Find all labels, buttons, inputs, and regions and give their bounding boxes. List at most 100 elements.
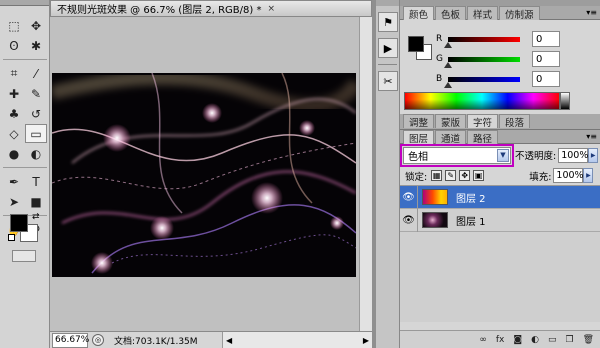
tab-masks[interactable]: 蒙版 [435,114,467,129]
slider-b-thumb[interactable] [444,81,452,88]
color-spectrum[interactable] [404,92,560,110]
tab-swatches[interactable]: 色板 [435,6,467,21]
fill-field[interactable]: 100% [553,168,584,183]
pen-icon[interactable]: ✒ [3,172,25,191]
layer-thumbnail[interactable] [422,189,448,205]
canvas-area[interactable] [50,17,372,331]
eyedropper-icon[interactable]: ⁄ [25,64,47,83]
horizontal-scrollbar[interactable]: ◀ ▶ [222,332,372,348]
layer-row[interactable]: 👁 图层 1 [400,208,600,232]
vertical-scrollbar[interactable] [359,17,372,331]
slider-g-track[interactable] [444,56,520,68]
path-selection-icon[interactable]: ➤ [3,192,25,211]
close-icon[interactable]: × [267,4,275,14]
lock-all-icon[interactable]: ▣ [473,170,485,181]
blend-mode-select[interactable]: 色相 ▼ [400,143,514,167]
document-title: 不规则光斑效果 @ 66.7% (图层 2, RGB/8) * [57,5,262,16]
default-colors-icon[interactable] [8,234,15,241]
lasso-icon[interactable]: ʘ [3,36,25,55]
new-layer-icon[interactable]: ❐ [565,335,573,345]
delete-layer-icon[interactable]: 🗑 [583,335,594,345]
tab-paragraph[interactable]: 段落 [499,114,531,129]
status-info-icon[interactable]: ◎ [92,334,104,346]
lock-position-icon[interactable]: ✥ [459,170,471,181]
scroll-right-icon[interactable]: ▶ [363,336,369,345]
foreground-color-swatch[interactable] [10,214,28,232]
magic-wand-icon[interactable]: ✱ [25,36,47,55]
dodge-icon[interactable]: ◐ [25,144,47,163]
gradient-icon[interactable]: ▭ [25,124,47,143]
chevron-down-icon[interactable]: ▼ [497,148,509,162]
color-panel-body: R 0 G 0 B 0 [400,20,600,114]
tools-preset-icon[interactable]: ✂ [378,71,398,91]
tab-character[interactable]: 字符 [467,114,499,129]
adjustment-layer-icon[interactable]: ◐ [531,335,539,345]
slider-g-value[interactable]: 0 [532,51,560,67]
status-bar: 66.67% ◎ 文档:703.1K/1.35M ◀ ▶ [50,331,372,348]
slider-b-track[interactable] [444,76,520,88]
eye-icon[interactable]: 👁 [400,185,418,209]
scroll-left-icon[interactable]: ◀ [226,336,232,345]
toolbox-grip[interactable] [0,0,49,6]
lock-pixels-icon[interactable]: ✎ [445,170,457,181]
slider-r-thumb[interactable] [444,41,452,48]
healing-brush-icon[interactable]: ✚ [3,84,25,103]
panel-menu-icon[interactable]: ▾≡ [586,130,597,143]
color-swatches: ⇄ [8,212,44,246]
artwork-image[interactable] [52,73,356,277]
layer-row[interactable]: 👁 图层 2 [400,185,600,209]
add-mask-icon[interactable]: ◙ [513,335,522,345]
brush-icon[interactable]: ✎ [25,84,47,103]
dock-grip[interactable] [376,0,399,6]
opacity-flyout-icon[interactable]: ▶ [588,147,599,163]
layer-style-icon[interactable]: fx [496,335,505,345]
black-white-ramp[interactable] [560,92,570,110]
clone-stamp-icon[interactable]: ♣ [3,104,25,123]
layer-list: 👁 图层 2 👁 图层 1 [400,185,600,322]
eraser-icon[interactable]: ◇ [3,124,25,143]
eye-icon[interactable]: 👁 [400,208,418,232]
slider-g-thumb[interactable] [444,61,452,68]
document-tab[interactable]: 不规则光斑效果 @ 66.7% (图层 2, RGB/8) * × [50,0,372,17]
slider-b-value[interactable]: 0 [532,71,560,87]
crop-icon[interactable]: ⌗ [3,64,25,83]
zoom-field[interactable]: 66.67% [52,332,89,348]
tab-styles[interactable]: 样式 [467,6,499,21]
actions-icon[interactable]: ▶ [378,38,398,58]
marquee-icon[interactable]: ⬚ [3,16,25,35]
tab-clone-source[interactable]: 仿制源 [499,6,540,21]
history-icon[interactable]: ⚑ [378,12,398,32]
type-icon[interactable]: T [25,172,47,191]
toolbox: ⬚ ✥ ʘ ✱ ⌗ ⁄ ✚ ✎ ♣ ↺ ◇ ▭ ● ◐ ✒ T ➤ ■ ✋ ⚲ … [0,0,50,348]
swap-colors-icon[interactable]: ⇄ [32,212,40,222]
move-icon[interactable]: ✥ [25,16,47,35]
fill-label: 填充: [529,171,552,183]
shape-icon[interactable]: ■ [25,192,47,211]
panel-menu-icon[interactable]: ▾≡ [586,6,597,19]
fill-flyout-icon[interactable]: ▶ [583,168,594,183]
slider-r-track[interactable] [444,36,520,48]
icon-dock: ⚑ ▶ ✂ [376,0,400,348]
opacity-field[interactable]: 100% [558,147,588,163]
blend-mode-value: 色相 [408,151,428,163]
blur-icon[interactable]: ● [3,144,25,163]
lock-transparency-icon[interactable]: ▦ [431,170,443,181]
layer-name[interactable]: 图层 2 [456,190,486,205]
layers-panel: 图层 通道 路径 ▾≡ 色相 ▼ 不透明度: 100% ▶ 锁定: ▦ ✎ ✥ … [400,130,600,348]
tab-adjustments[interactable]: 调整 [403,114,435,129]
tool-grid: ⬚ ✥ ʘ ✱ ⌗ ⁄ ✚ ✎ ♣ ↺ ◇ ▭ ● ◐ ✒ T ➤ ■ ✋ ⚲ [3,16,47,239]
new-group-icon[interactable]: ▭ [548,335,557,345]
panel-foreground-swatch[interactable] [408,36,424,52]
history-brush-icon[interactable]: ↺ [25,104,47,123]
tab-paths[interactable]: 路径 [467,130,499,145]
document-info[interactable]: 文档:703.1K/1.35M [114,334,198,347]
quick-mask-button[interactable] [12,250,36,262]
adjustments-panel: 调整 蒙版 字符 段落 [400,114,600,130]
slider-r-value[interactable]: 0 [532,31,560,47]
layer-thumbnail[interactable] [422,212,448,228]
tab-color[interactable]: 颜色 [403,6,435,21]
tab-channels[interactable]: 通道 [435,130,467,145]
link-layers-icon[interactable]: ∞ [479,335,487,345]
tab-layers[interactable]: 图层 [403,130,435,145]
layer-name[interactable]: 图层 1 [456,213,486,228]
